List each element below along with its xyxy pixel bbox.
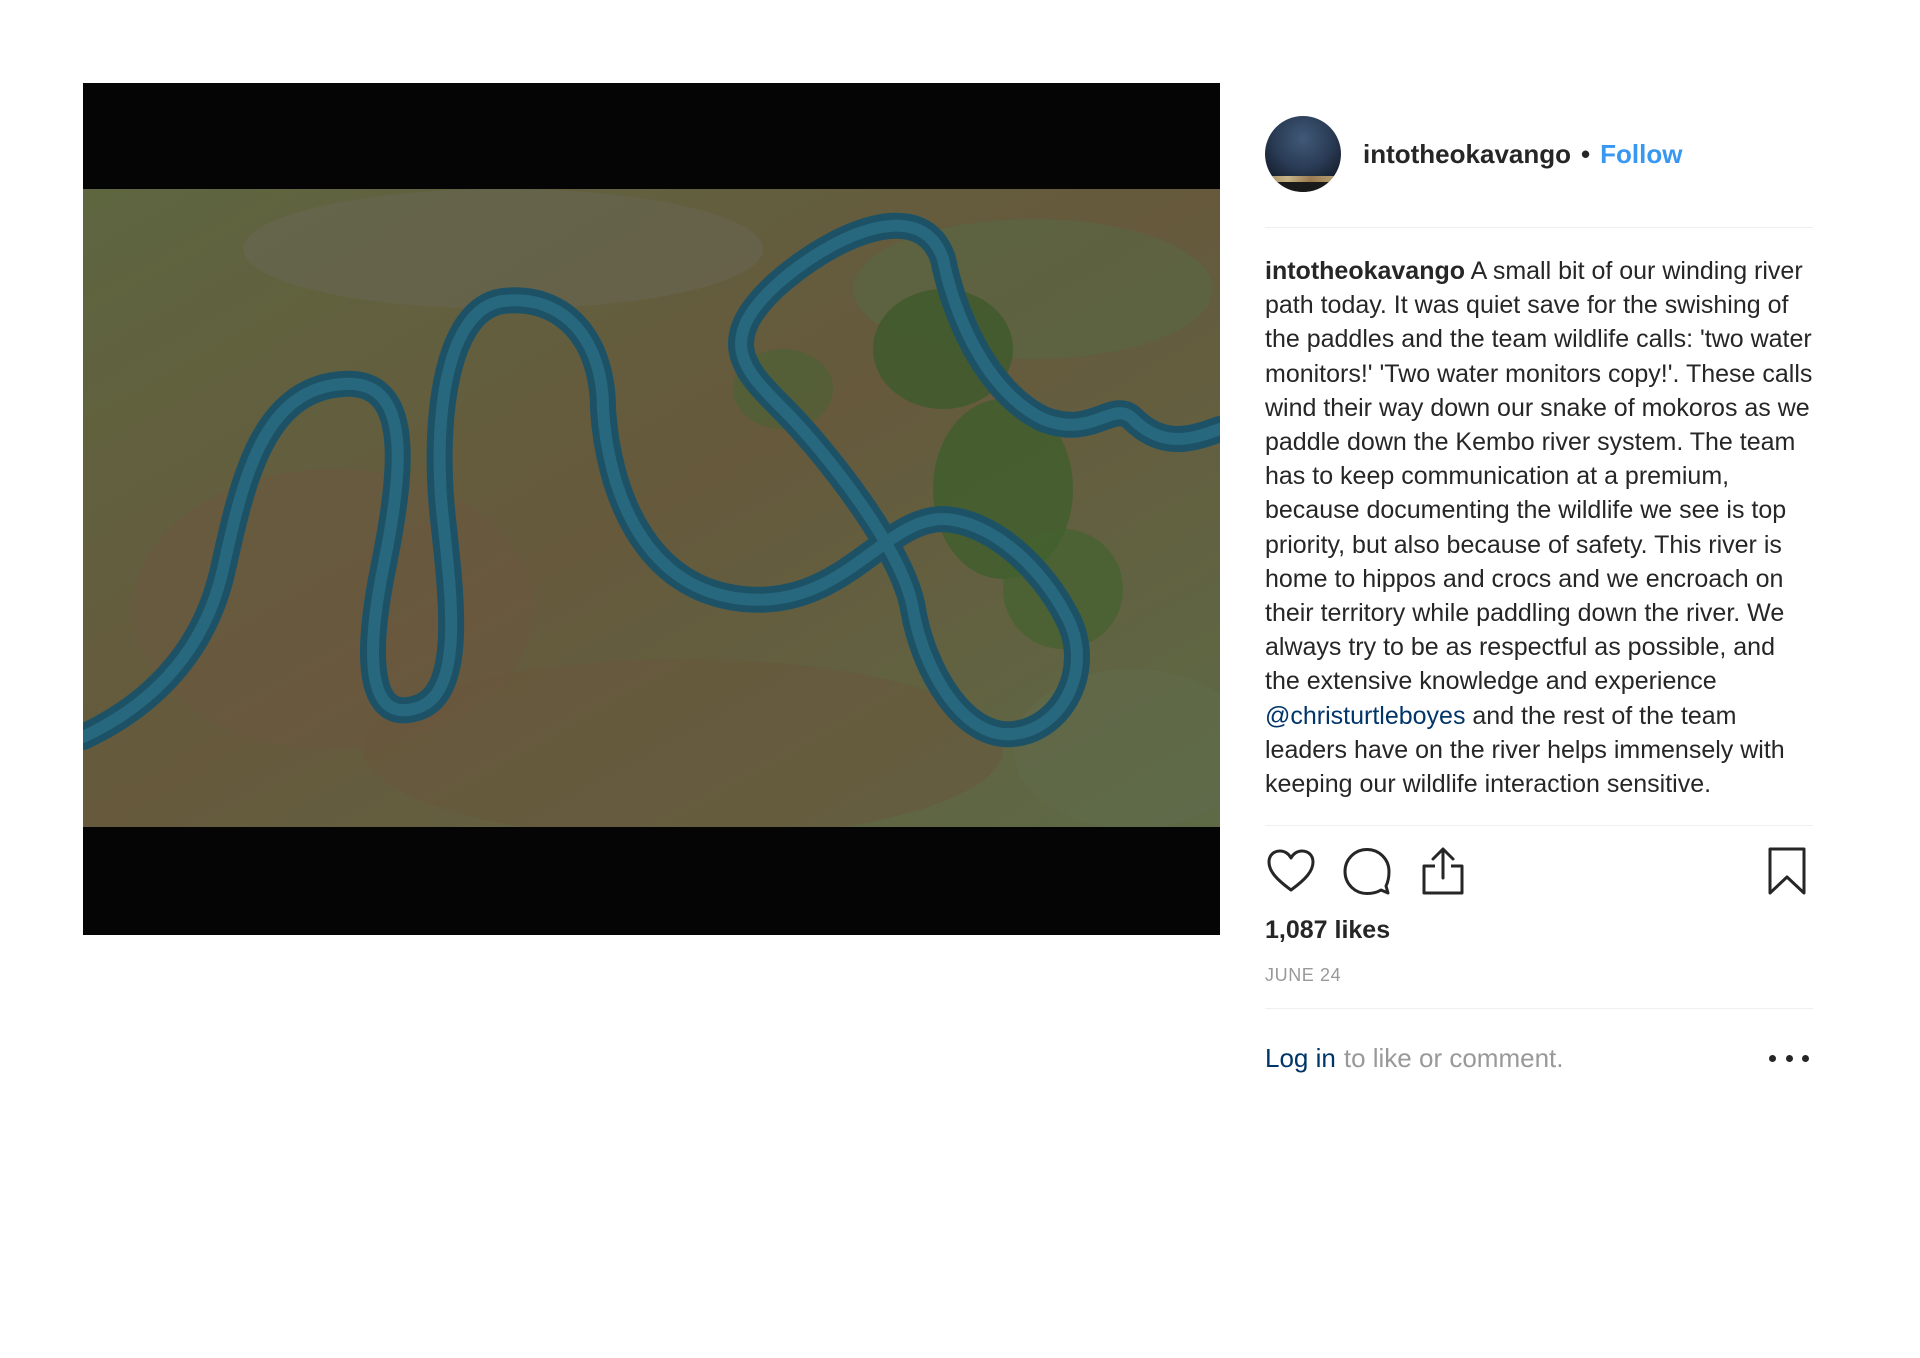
caption-username[interactable]: intotheokavango — [1265, 257, 1465, 285]
more-options-icon[interactable] — [1769, 1048, 1809, 1068]
action-bar — [1265, 826, 1813, 914]
post-date[interactable]: JUNE 24 — [1265, 965, 1813, 1010]
dot — [1769, 1054, 1776, 1062]
post-image[interactable] — [83, 83, 1220, 935]
dot — [1785, 1054, 1793, 1062]
post-header: intotheokavango • Follow — [1265, 83, 1813, 228]
post-sidebar: intotheokavango • Follow intotheokavango… — [1265, 83, 1813, 1107]
avatar[interactable] — [1265, 116, 1341, 192]
username-link[interactable]: intotheokavango — [1363, 139, 1571, 170]
likes-count[interactable]: 1,087 likes — [1265, 916, 1813, 945]
aerial-river-photo — [83, 189, 1220, 827]
share-icon[interactable] — [1417, 845, 1469, 897]
heart-icon[interactable] — [1265, 845, 1317, 897]
follow-button[interactable]: Follow — [1600, 139, 1682, 170]
bookmark-icon[interactable] — [1761, 845, 1813, 897]
caption-text: A small bit of our winding river path to… — [1265, 257, 1813, 696]
header-text: intotheokavango • Follow — [1363, 139, 1682, 170]
login-row: Log in to like or comment. — [1265, 1009, 1813, 1107]
dot — [1802, 1054, 1809, 1062]
login-prompt-text: to like or comment. — [1343, 1042, 1564, 1073]
post-caption: intotheokavango A small bit of our windi… — [1265, 228, 1813, 827]
caption-mention-link[interactable]: @christurtleboyes — [1265, 702, 1465, 730]
separator-dot: • — [1581, 138, 1591, 169]
comment-icon[interactable] — [1341, 845, 1393, 897]
login-link[interactable]: Log in — [1265, 1043, 1336, 1074]
